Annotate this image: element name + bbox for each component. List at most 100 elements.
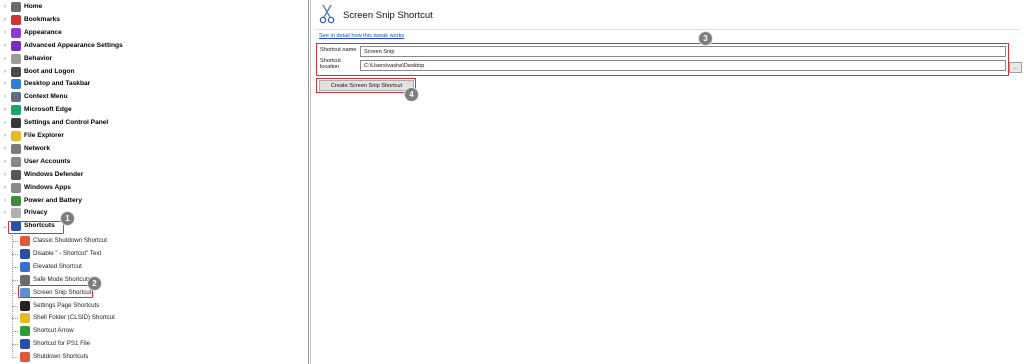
tree-item-context-menu[interactable]: › Context Menu [0, 91, 68, 103]
apps-icon [11, 182, 21, 193]
step-badge-1: 1 [60, 211, 75, 226]
tree-item-shutdown-shortcuts[interactable]: Shutdown Shortcuts [20, 351, 88, 363]
network-icon [11, 143, 21, 154]
safe-mode-icon [20, 274, 30, 285]
tree-item-label: Shortcut for PS1 File [33, 340, 91, 348]
bookmark-icon [11, 14, 21, 25]
tree-item-advanced-appearance-settings[interactable]: › Advanced Appearance Settings [0, 40, 123, 52]
tree-item-disable-shortcut-text[interactable]: Disable " - Shortcut" Text [20, 248, 101, 260]
tree-item-bookmarks[interactable]: › Bookmarks [0, 14, 60, 26]
shortcut-location-label-line2: location [320, 64, 340, 70]
tree-item-shortcut-for-ps1-file[interactable]: Shortcut for PS1 File [20, 338, 90, 350]
shortcut-name-label: Shortcut name [320, 47, 357, 53]
shutdown-icon [20, 236, 30, 246]
tree-item-label: User Accounts [24, 157, 71, 165]
chevron-right-icon[interactable]: › [1, 182, 9, 194]
chevron-right-icon[interactable]: › [1, 14, 9, 26]
navigation-tree[interactable]: › Home › Bookmarks › Appearance › Advanced Appe… [0, 0, 309, 364]
tree-item-safe-mode-shortcuts[interactable]: Safe Mode Shortcuts [20, 274, 91, 286]
tree-item-boot-and-logon[interactable]: › Boot and Logon [0, 66, 75, 78]
tree-item-label: File Explorer [24, 132, 64, 139]
user-icon [11, 156, 21, 167]
tree-item-label: Boot and Logon [24, 67, 75, 75]
tree-item-shell-folder-clsid-shortcut[interactable]: Shell Folder (CLSID) Shortcut [20, 312, 115, 324]
tree-item-file-explorer[interactable]: › File Explorer [0, 130, 64, 142]
chevron-right-icon[interactable]: › [1, 66, 9, 78]
tree-item-user-accounts[interactable]: › User Accounts [0, 156, 70, 168]
chevron-right-icon[interactable]: › [1, 27, 9, 39]
tree-item-label: Disable " - Shortcut" Text [33, 249, 102, 257]
chevron-right-icon[interactable]: › [1, 1, 9, 13]
tree-item-label: Bookmarks [24, 15, 60, 23]
tree-item-label: Windows Defender [24, 170, 84, 178]
chevron-right-icon[interactable]: › [1, 207, 9, 219]
tree-guide-line [12, 233, 13, 356]
shortcut-name-input[interactable] [360, 46, 1006, 57]
chevron-right-icon[interactable]: › [1, 91, 9, 103]
tree-item-desktop-and-taskbar[interactable]: › Desktop and Taskbar [0, 78, 90, 90]
shortcuts-highlight-box [8, 221, 64, 234]
header-divider [315, 29, 1020, 30]
powershell-icon [20, 339, 30, 350]
tweak-panel: Screen Snip Shortcut See in detail how t… [310, 0, 1024, 364]
arrow-icon [20, 326, 30, 337]
tree-item-classic-shutdown-shortcut[interactable]: Classic Shutdown Shortcut [20, 235, 107, 247]
folder-icon [11, 131, 21, 141]
chevron-right-icon[interactable]: › [1, 156, 9, 168]
battery-icon [11, 195, 21, 206]
browse-button[interactable]: ... [1009, 62, 1022, 73]
tree-item-microsoft-edge[interactable]: › Microsoft Edge [0, 104, 72, 116]
folder-icon [20, 313, 30, 324]
tree-item-label: Behavior [24, 54, 53, 62]
tree-item-label: Settings and Control Panel [24, 119, 109, 127]
home-icon [11, 2, 21, 12]
tree-item-privacy[interactable]: › Privacy [0, 207, 47, 219]
tree-item-label: Desktop and Taskbar [24, 80, 91, 88]
tree-item-label: Appearance [24, 28, 62, 36]
tree-item-label: Safe Mode Shortcuts [33, 275, 91, 283]
edge-icon [11, 105, 21, 116]
tree-item-home[interactable]: › Home [0, 1, 42, 13]
chevron-right-icon[interactable]: › [1, 40, 9, 52]
shutdown-icon [20, 352, 30, 363]
tree-item-appearance[interactable]: › Appearance [0, 27, 62, 39]
tree-item-shortcut-arrow[interactable]: Shortcut Arrow [20, 325, 74, 337]
chevron-right-icon[interactable]: › [1, 169, 9, 181]
shield-icon [20, 261, 30, 272]
chevron-right-icon[interactable]: › [1, 78, 9, 90]
tree-item-settings-page-shortcuts[interactable]: Settings Page Shortcuts [20, 300, 99, 312]
page-title: Screen Snip Shortcut [343, 10, 433, 21]
tree-item-elevated-shortcut[interactable]: Elevated Shortcut [20, 261, 82, 273]
shortcut-icon [20, 248, 30, 259]
palette-icon [11, 27, 21, 38]
create-shortcut-button[interactable]: Create Screen Snip Shortcut [319, 80, 414, 91]
chevron-right-icon[interactable]: › [1, 143, 9, 155]
tweak-details-link[interactable]: See in detail how this tweak works [319, 33, 404, 39]
tree-guide-branch [12, 241, 18, 242]
menu-icon [11, 92, 21, 103]
tree-item-behavior[interactable]: › Behavior [0, 53, 52, 65]
chevron-right-icon[interactable]: › [1, 53, 9, 65]
tree-item-settings-and-control-panel[interactable]: › Settings and Control Panel [0, 117, 108, 129]
tree-guide-branch [12, 344, 18, 346]
step-badge-3: 3 [698, 31, 713, 46]
shield-icon [11, 169, 21, 180]
scissors-icon [319, 4, 335, 24]
chevron-right-icon[interactable]: › [1, 104, 9, 116]
tree-item-label: Advanced Appearance Settings [24, 41, 123, 49]
behavior-icon [11, 53, 21, 64]
tree-item-network[interactable]: › Network [0, 143, 50, 155]
boot-icon [11, 66, 21, 77]
tree-item-power-and-battery[interactable]: › Power and Battery [0, 195, 82, 207]
chevron-right-icon[interactable]: › [1, 195, 9, 207]
chevron-right-icon[interactable]: › [1, 117, 9, 129]
tree-item-windows-apps[interactable]: › Windows Apps [0, 182, 71, 194]
tree-item-label: Privacy [24, 209, 48, 217]
chevron-right-icon[interactable]: › [1, 130, 9, 142]
desktop-icon [11, 79, 21, 90]
tree-item-label: Elevated Shortcut [33, 262, 82, 270]
tree-item-label: Context Menu [24, 93, 68, 101]
palette-icon [11, 40, 21, 51]
tree-item-windows-defender[interactable]: › Windows Defender [0, 169, 83, 181]
shortcut-location-input[interactable] [360, 60, 1006, 71]
